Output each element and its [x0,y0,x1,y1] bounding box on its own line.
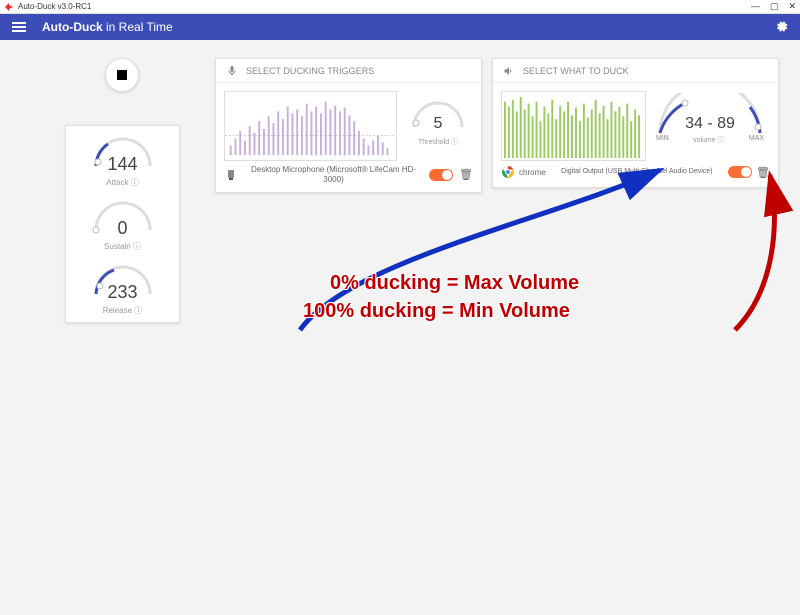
release-gauge[interactable]: 233 Release ⓘ [70,260,175,316]
duck-device-name: Digital Output (USB Multi-Channel Audio … [550,168,724,176]
threshold-gauge[interactable]: 5 Threshold ⓘ [403,91,473,161]
duck-card: SELECT WHAT TO DUCK 34 - 89 MIN volume ⓘ… [492,58,779,188]
volume-label: volume ⓘ [693,135,725,145]
duck-toggle[interactable] [728,166,752,178]
duck-waveform [501,91,646,161]
app-title: Auto-Duck in Real Time [42,20,173,34]
mic-device-icon [224,168,238,182]
duck-delete-button[interactable]: 🗑 [756,166,770,179]
timing-panel: 144 Attack ⓘ 0 Sustain ⓘ 233 Release ⓘ [65,125,180,323]
minimize-button[interactable]: — [751,1,760,12]
sustain-gauge[interactable]: 0 Sustain ⓘ [70,196,175,252]
app-icon [4,2,14,12]
trigger-card: SELECT DUCKING TRIGGERS 5 Threshold ⓘ [215,58,482,193]
speaker-icon [503,65,515,77]
maximize-button[interactable]: ▢ [770,1,779,12]
microphone-icon [226,65,238,77]
window-title: Auto-Duck v3.0-RC1 [18,2,91,11]
duck-app-name: chrome [519,168,546,177]
min-label: MIN [656,135,669,145]
stop-button[interactable] [105,58,139,92]
annotation-line-1: 0% ducking = Max Volume [330,272,579,295]
trigger-delete-button[interactable]: 🗑 [459,168,473,181]
duck-header: SELECT WHAT TO DUCK [493,59,778,83]
close-button[interactable]: ✕ [788,1,796,12]
attack-gauge[interactable]: 144 Attack ⓘ [70,132,175,188]
app-bar: Auto-Duck in Real Time [0,14,800,40]
trigger-waveform [224,91,397,161]
gear-icon[interactable] [774,19,788,36]
trigger-toggle[interactable] [429,169,453,181]
hamburger-menu-icon[interactable] [12,22,26,32]
trigger-header: SELECT DUCKING TRIGGERS [216,59,481,83]
chrome-icon [501,165,515,179]
window-titlebar: Auto-Duck v3.0-RC1 — ▢ ✕ [0,0,800,14]
stop-icon [117,70,127,80]
max-label: MAX [749,135,764,145]
volume-gauge[interactable]: 34 - 89 MIN volume ⓘ MAX [650,91,770,161]
trigger-device-name: Desktop Microphone (Microsoft® LifeCam H… [244,165,423,184]
annotation-line-2: 100% ducking = Min Volume [303,300,570,323]
